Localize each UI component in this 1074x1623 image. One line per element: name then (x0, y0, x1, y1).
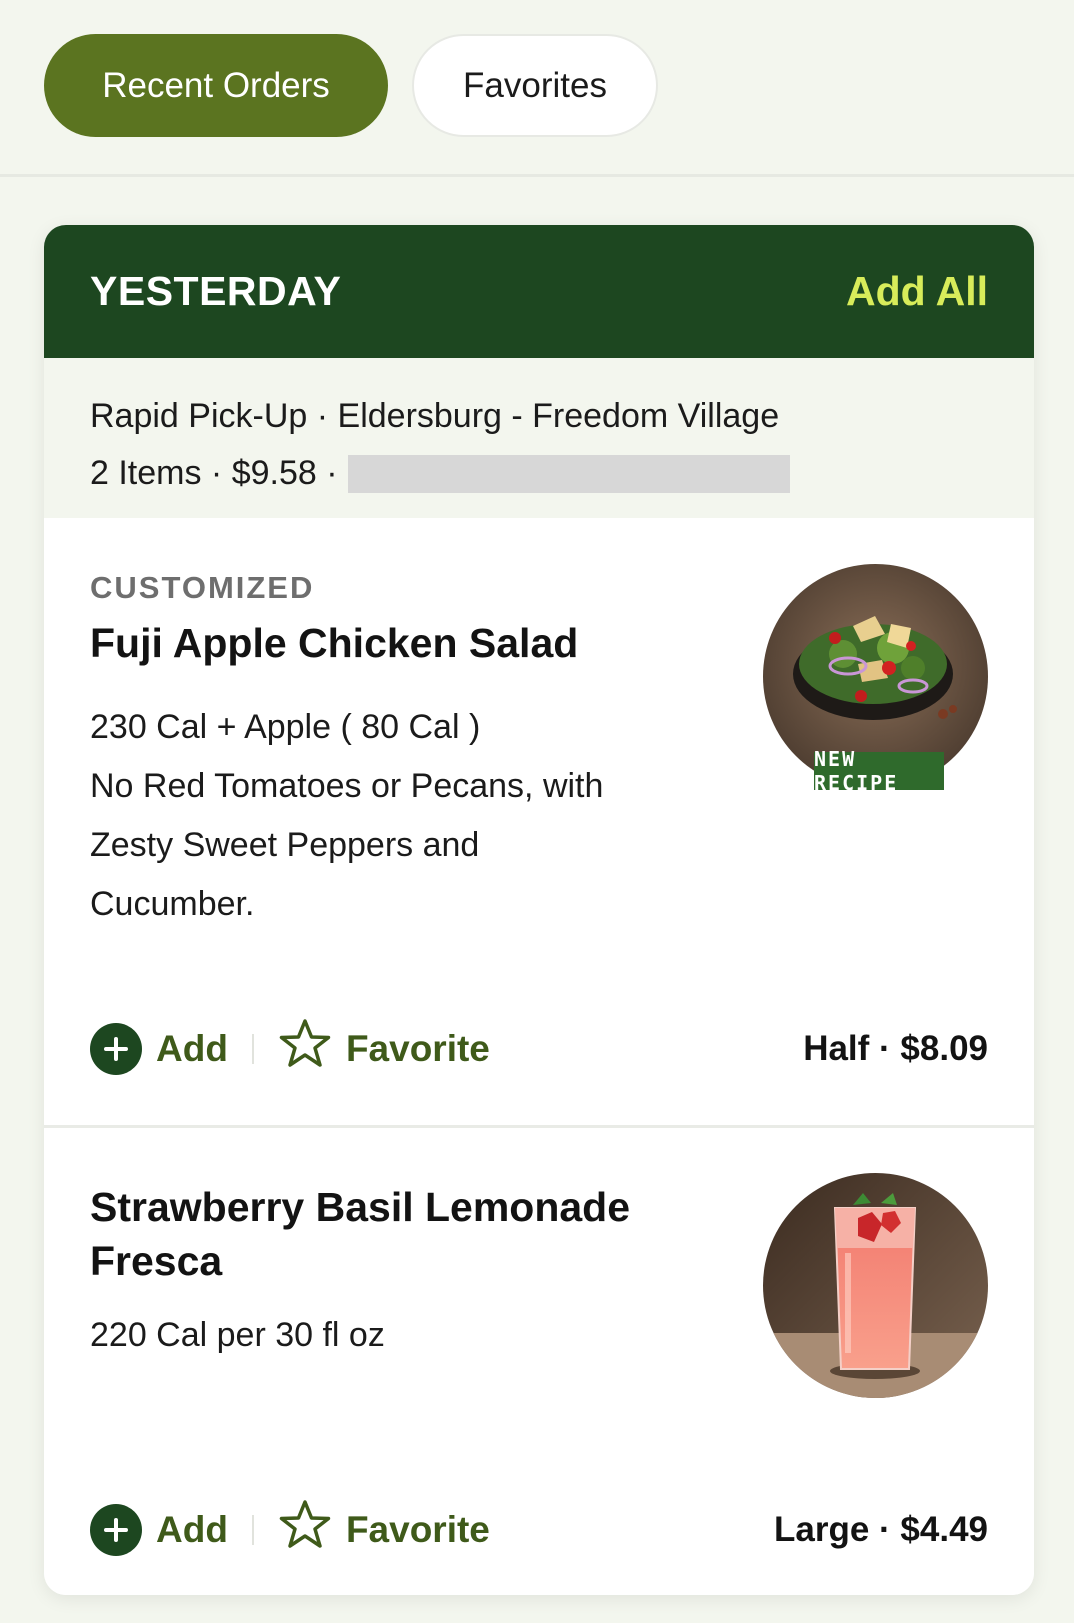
lemonade-image (763, 1173, 988, 1398)
item-custom-line: Zesty Sweet Peppers and (90, 826, 480, 864)
item-description: 220 Cal per 30 fl oz (90, 1306, 690, 1365)
favorite-label: Favorite (345, 1508, 490, 1550)
customized-tag: CUSTOMIZED (90, 570, 315, 605)
order-item: CUSTOMIZED Fuji Apple Chicken Salad 230 … (44, 518, 1034, 1128)
item-name: Fuji Apple Chicken Salad (90, 620, 579, 666)
action-divider (251, 1514, 254, 1545)
order-summary: 2 Items · $9.58 · (90, 454, 338, 492)
star-icon (278, 1018, 332, 1079)
add-all-button[interactable]: Add All (846, 268, 988, 315)
item-custom-line: No Red Tomatoes or Pecans, with (90, 767, 604, 805)
item-calories: 220 Cal per 30 fl oz (90, 1316, 385, 1354)
item-size-price: Large · $4.49 (774, 1509, 988, 1549)
star-icon (278, 1499, 332, 1560)
item-size-price: Half · $8.09 (803, 1028, 988, 1068)
item-actions: Add Favorite Large · $4.49 (90, 1499, 988, 1560)
favorite-item-button[interactable]: Favorite (278, 1499, 490, 1560)
item-custom-line: Cucumber. (90, 885, 255, 923)
item-calories: 230 Cal + Apple ( 80 Cal ) (90, 708, 481, 746)
item-name: Strawberry Basil Lemonade Fresca (90, 1184, 631, 1284)
tab-favorites[interactable]: Favorites (412, 34, 658, 137)
favorite-label: Favorite (345, 1027, 490, 1069)
new-recipe-badge: NEW RECIPE (814, 747, 944, 795)
order-header: YESTERDAY Add All (44, 225, 1034, 358)
tab-recent-orders[interactable]: Recent Orders (44, 34, 388, 137)
order-date-title: YESTERDAY (90, 268, 342, 314)
item-description: 230 Cal + Apple ( 80 Cal ) No Red Tomato… (90, 698, 690, 934)
add-item-button[interactable]: Add (90, 1022, 228, 1075)
action-divider (251, 1033, 254, 1064)
order-item: Strawberry Basil Lemonade Fresca 220 Cal… (44, 1128, 1034, 1595)
order-card: YESTERDAY Add All Rapid Pick-Up · Elders… (44, 225, 1034, 1595)
order-summary-line: 2 Items · $9.58 · (90, 445, 988, 502)
favorite-item-button[interactable]: Favorite (278, 1018, 490, 1079)
add-item-button[interactable]: Add (90, 1503, 228, 1556)
item-actions: Add Favorite Half · $8.09 (90, 1018, 988, 1079)
pickup-location: Rapid Pick-Up · Eldersburg - Freedom Vil… (90, 397, 780, 435)
redacted-order-number (347, 454, 790, 493)
add-label: Add (156, 1508, 228, 1550)
plus-icon (90, 1503, 142, 1556)
add-label: Add (156, 1027, 228, 1069)
plus-icon (90, 1022, 142, 1075)
order-tabs: Recent Orders Favorites (0, 0, 1074, 177)
order-info: Rapid Pick-Up · Eldersburg - Freedom Vil… (44, 358, 1034, 518)
